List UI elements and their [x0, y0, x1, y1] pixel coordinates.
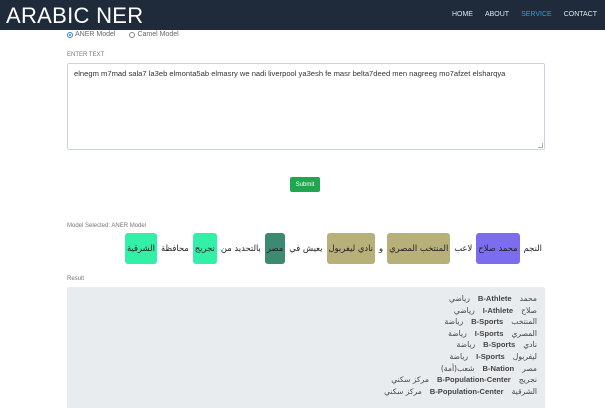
nav-contact[interactable]: CONTACT: [564, 11, 597, 18]
result-tag: B-Sports: [471, 317, 504, 327]
entity-highlight: نجريج: [192, 233, 217, 264]
nav-menu: HOME ABOUT SERVICE CONTACT: [452, 11, 597, 18]
entity-highlight: محمد صلاح: [476, 233, 520, 264]
result-row: نجريج B-Population-Center مركز سكني: [67, 374, 537, 386]
result-row: المنتخب B-Sports رياضة: [67, 316, 537, 328]
submit-button[interactable]: Submit: [290, 177, 320, 192]
resize-handle-icon[interactable]: [538, 143, 543, 148]
result-word: نجريج: [518, 375, 537, 385]
result-word: نادي: [523, 340, 537, 350]
result-tag: I-Athlete: [482, 305, 514, 315]
result-category: رياضي: [453, 305, 475, 315]
result-tag: B-Population-Center: [429, 386, 504, 396]
result-word: المنتخب: [511, 317, 537, 327]
result-category: رياضة: [456, 340, 476, 350]
nav-home[interactable]: HOME: [452, 11, 473, 18]
camel-model-radio[interactable]: Camel Model: [129, 31, 179, 38]
entity-highlight: نادي ليفربول: [326, 233, 376, 264]
result-label: Result: [67, 276, 85, 282]
result-row: نادي B-Sports رياضة: [67, 339, 537, 351]
result-row: محمد B-Athlete رياضي: [67, 293, 537, 305]
plain-token: لاعب: [454, 243, 473, 253]
text-input-value: elnegm m7mad sala7 la3eb elmonta5ab elma…: [74, 69, 506, 78]
result-word: الشرقية: [511, 386, 537, 396]
result-tag: I-Sports: [476, 351, 505, 361]
result-category: شعب(أمة): [440, 363, 475, 373]
model-selected-label: Model Selected: ANER Model: [67, 223, 147, 229]
ner-highlighted-text: النجممحمد صلاحلاعبالمنتخب المصريونادي لي…: [65, 233, 545, 264]
plain-token: و: [379, 243, 384, 253]
result-word: ليفربول: [512, 351, 537, 361]
result-category: رياضة: [448, 328, 467, 338]
radio-unchecked-icon: [129, 31, 136, 38]
result-category: مركز سكني: [384, 386, 422, 396]
result-category: رياضة: [449, 351, 469, 361]
result-word: صلاح: [521, 305, 537, 315]
result-tag: B-Population-Center: [436, 375, 511, 385]
result-word: مصر: [522, 363, 537, 373]
result-tag: I-Sports: [474, 328, 504, 338]
result-word: محمد: [519, 294, 537, 303]
nav-service[interactable]: SERVICE: [521, 11, 552, 18]
result-row: مصر B-Nation شعب(أمة): [67, 363, 537, 375]
aner-model-radio[interactable]: ANER Model: [67, 31, 115, 38]
enter-text-label: ENTER TEXT: [67, 52, 105, 58]
result-tag: B-Sports: [483, 340, 516, 350]
result-category: رياضة: [444, 317, 464, 327]
result-box: محمدB-Athleteرياضي صلاحI-Athleteرياضي المن…: [67, 287, 545, 408]
app-title: ARABIC NER: [6, 3, 144, 28]
result-row: المصري I-Sports رياضة: [67, 328, 537, 340]
plain-token: النجم: [523, 243, 542, 253]
entity-highlight: المنتخب المصري: [387, 233, 451, 264]
result-category: رياضي: [449, 294, 470, 303]
result-row: صلاح I-Athlete رياضي: [67, 305, 537, 317]
entity-highlight: الشرقية: [124, 233, 157, 264]
radio-checked-icon: [67, 31, 73, 38]
aner-model-label: ANER Model: [75, 31, 116, 38]
entity-highlight: مصر: [264, 233, 286, 264]
result-category: مركز سكني: [391, 375, 429, 385]
plain-token: بالتحديد من: [220, 243, 261, 253]
result-row: ليفربول I-Sports رياضة: [67, 351, 537, 363]
result-tag: B-Nation: [482, 363, 515, 373]
nav-about[interactable]: ABOUT: [485, 11, 509, 18]
navbar: ARABIC NER HOME ABOUT SERVICE CONTACT: [0, 0, 605, 30]
result-word: المصري: [511, 328, 537, 338]
text-input[interactable]: elnegm m7mad sala7 la3eb elmonta5ab elma…: [67, 63, 545, 150]
camel-model-label: Camel Model: [137, 31, 179, 38]
plain-token: محافظة: [160, 243, 189, 253]
model-selector: ANER Model Camel Model: [67, 31, 179, 38]
result-tag: B-Athlete: [477, 294, 512, 303]
plain-token: يعيش في: [289, 243, 323, 253]
result-row: الشرقية B-Population-Center مركز سكني: [67, 386, 537, 398]
